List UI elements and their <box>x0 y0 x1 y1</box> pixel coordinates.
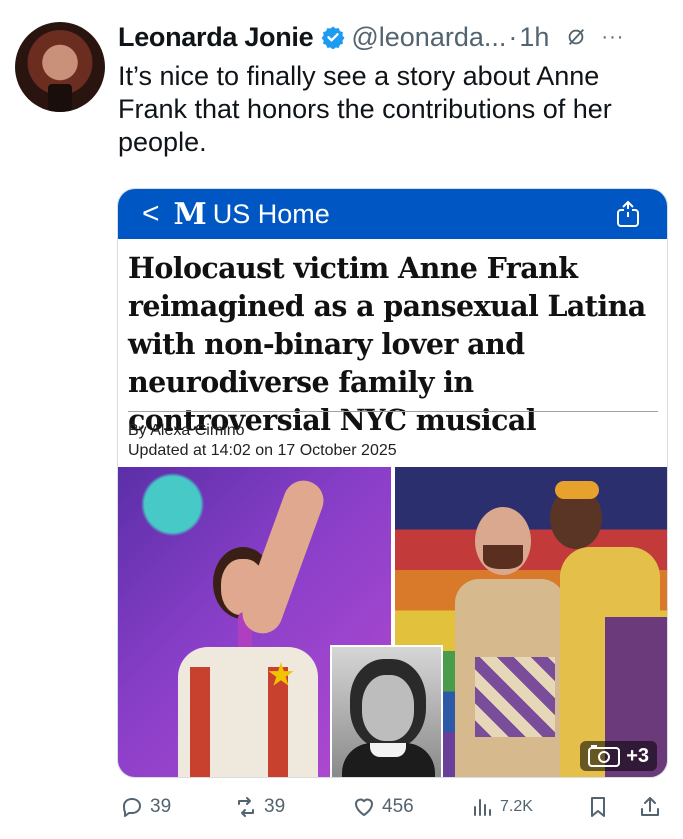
author-name[interactable]: Leonarda Jonie <box>118 22 314 53</box>
archival-portrait-photo <box>330 645 443 777</box>
view-count: 7.2K <box>500 798 533 815</box>
share-button[interactable] <box>638 795 668 819</box>
author-handle[interactable]: @leonarda... <box>351 22 506 53</box>
article-byline: By Alexa Cimino Updated at 14:02 on 17 O… <box>128 421 397 461</box>
divider <box>128 411 658 412</box>
author-avatar[interactable] <box>15 22 105 112</box>
verified-badge-icon <box>321 26 345 49</box>
share-icon <box>617 200 639 227</box>
repost-button[interactable]: 39 <box>234 795 285 819</box>
tweet-timestamp[interactable]: 1h <box>519 22 549 53</box>
repost-count: 39 <box>264 796 286 817</box>
share-upload-icon <box>641 797 659 816</box>
tweet-text: It’s nice to finally see a story about A… <box>118 61 612 157</box>
updated-line: Updated at 14:02 on 17 October 2025 <box>128 442 397 459</box>
gallery-count-badge[interactable]: +3 <box>580 741 657 771</box>
tweet-header: Leonarda Jonie @leonarda... · 1h ··· <box>118 20 678 54</box>
views-chart-icon <box>474 799 491 816</box>
gallery-count: +3 <box>626 744 649 767</box>
like-button[interactable]: 456 <box>352 795 414 819</box>
repost-icon <box>238 797 254 817</box>
article-screenshot-card[interactable]: < M US Home Holocaust victim Anne Frank … <box>117 188 668 778</box>
app-nav-bar: < M US Home <box>118 189 667 239</box>
tweet-actions: 39 39 456 7.2K <box>118 795 673 825</box>
publication-logo: M <box>173 196 207 232</box>
camera-icon <box>588 745 621 767</box>
like-count: 456 <box>382 796 414 817</box>
reply-icon <box>123 798 141 817</box>
back-chevron-icon: < <box>142 197 160 230</box>
separator-dot: · <box>508 21 518 52</box>
bookmark-icon <box>591 797 605 817</box>
section-title: US Home <box>212 198 330 229</box>
grok-icon[interactable] <box>565 26 587 48</box>
views-button[interactable]: 7.2K <box>470 795 533 819</box>
reply-count: 39 <box>150 796 172 817</box>
author-line: By Alexa Cimino <box>128 422 245 439</box>
reply-button[interactable]: 39 <box>120 795 171 819</box>
heart-icon <box>355 798 373 816</box>
bookmark-button[interactable] <box>586 795 616 819</box>
more-options-icon[interactable]: ··· <box>601 26 624 49</box>
